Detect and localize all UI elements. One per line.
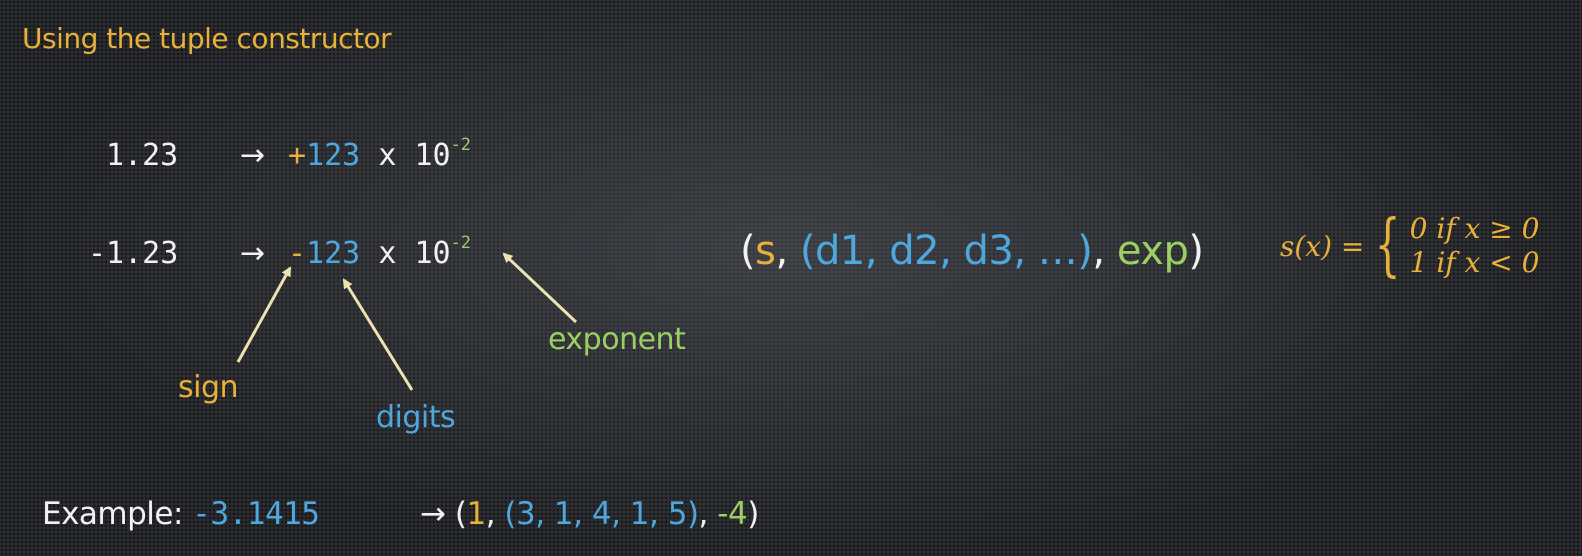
example-label: Example: [42, 496, 183, 532]
example-comma-1: , [485, 496, 496, 532]
example-result: → (1, (3, 1, 4, 1, 5), -4) [420, 496, 759, 532]
example-line: Example: -3.1415 [42, 496, 320, 532]
example-comma-2: , [698, 496, 709, 532]
tuple-open-paren: ( [740, 228, 756, 274]
digits-pointer-arrow [342, 278, 414, 391]
tuple-structure: (s, (d1, d2, d3, …), exp) [740, 228, 1204, 274]
tuple-sign: s [755, 228, 776, 274]
tuple-comma-2: , [1092, 228, 1105, 274]
formula-lhs: s(x) = [1280, 229, 1365, 263]
tuple-exponent: exp [1116, 228, 1189, 274]
example-arrow-icon: → [420, 496, 446, 532]
sign-pointer-arrow [236, 266, 292, 363]
example-exponent: -4 [717, 496, 748, 532]
example-open-paren: ( [454, 496, 467, 532]
example-value: -3.1415 [192, 496, 320, 532]
exponent-label: exponent [548, 322, 686, 357]
digits-label: digits [376, 400, 456, 435]
formula-case-nonnegative: 0 if x ≥ 0 [1409, 212, 1540, 245]
formula-case-negative: 1 if x < 0 [1409, 246, 1540, 279]
curly-brace-icon: { [1375, 206, 1401, 285]
example-close-paren: ) [747, 496, 759, 532]
sign-function-formula: s(x) = { 0 if x ≥ 0 1 if x < 0 [1280, 212, 1539, 280]
tuple-close-paren: ) [1188, 228, 1204, 274]
formula-cases: 0 if x ≥ 0 1 if x < 0 [1410, 212, 1540, 280]
exponent-pointer-arrow [502, 252, 578, 324]
tuple-comma-1: , [775, 228, 788, 274]
example-digits: (3, 1, 4, 1, 5) [504, 496, 699, 532]
example-sign: 1 [466, 496, 486, 532]
sign-label: sign [178, 370, 239, 405]
tuple-digits: (d1, d2, d3, …) [799, 228, 1093, 274]
